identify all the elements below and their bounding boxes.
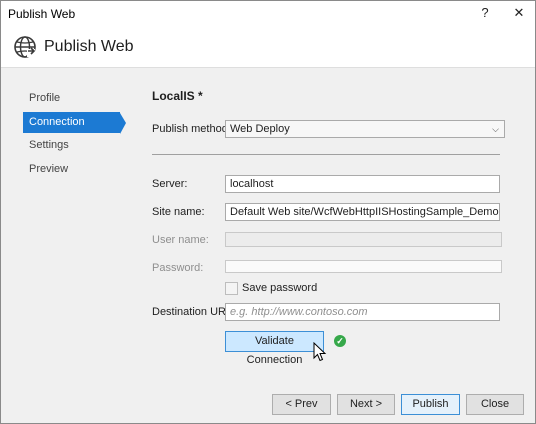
publish-web-dialog: Publish Web ? ✕ Publish Web Profile Conn… [0,0,536,424]
password-label: Password: [152,262,204,274]
profile-title: LocalIS * [152,89,203,103]
site-name-label: Site name: [152,206,205,218]
publish-method-select[interactable]: Web Deploy ⌵ [225,120,505,138]
publish-method-label: Publish method: [152,123,231,135]
prev-button[interactable]: < Prev [272,394,331,415]
user-name-label: User name: [152,234,209,246]
publish-button[interactable]: Publish [401,394,460,415]
help-button[interactable]: ? [469,1,501,25]
divider [152,154,500,155]
next-button[interactable]: Next > [337,394,395,415]
globe-icon [14,36,36,58]
checkmark-icon: ✓ [334,335,346,347]
nav-item-preview[interactable]: Preview [23,159,123,180]
site-name-input[interactable]: Default Web site/WcfWebHttpIISHostingSam… [225,203,500,221]
dialog-header: Publish Web [1,25,535,68]
nav-item-connection[interactable]: Connection [23,112,120,133]
destination-url-input[interactable]: e.g. http://www.contoso.com [225,303,500,321]
save-password-checkbox[interactable] [225,282,238,295]
mouse-cursor-icon [313,342,327,362]
nav-item-settings[interactable]: Settings [23,135,123,156]
nav-item-profile[interactable]: Profile [23,88,123,109]
chevron-down-icon: ⌵ [492,124,499,134]
destination-url-label: Destination URL: [152,306,236,318]
nav-active-indicator [120,113,126,134]
validate-connection-button[interactable]: Validate Connection [225,331,324,366]
dialog-heading: Publish Web [44,38,134,55]
title-bar: Publish Web ? ✕ [1,1,535,25]
server-label: Server: [152,178,188,190]
server-input[interactable]: localhost [225,175,500,193]
save-password-label: Save password [242,282,318,294]
password-input[interactable] [225,260,502,273]
publish-method-value: Web Deploy [230,123,290,135]
window-title: Publish Web [8,7,76,21]
close-window-button[interactable]: ✕ [503,1,535,25]
close-button[interactable]: Close [466,394,524,415]
user-name-input[interactable] [225,232,502,247]
